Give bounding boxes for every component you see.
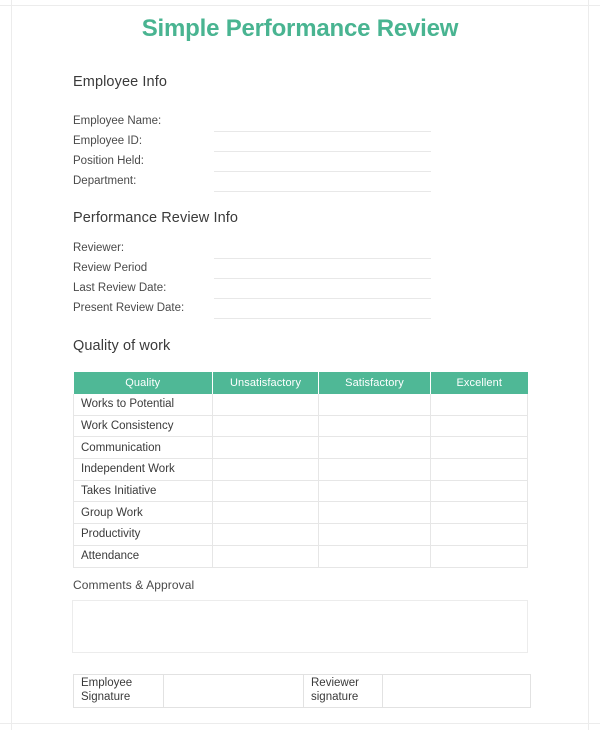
row-label-group-work: Group Work bbox=[73, 501, 213, 525]
rating-cell-excellent[interactable] bbox=[430, 480, 528, 503]
row-label-takes-initiative: Takes Initiative bbox=[73, 480, 213, 503]
field-employee-id: Employee ID: bbox=[73, 135, 533, 155]
table-row: Attendance bbox=[73, 545, 528, 568]
rating-cell-unsatisfactory[interactable] bbox=[212, 480, 319, 503]
row-label-independent-work: Independent Work bbox=[73, 458, 213, 481]
table-row: Group Work bbox=[73, 501, 528, 525]
rating-cell-unsatisfactory[interactable] bbox=[212, 415, 319, 438]
field-input-employee-id[interactable] bbox=[214, 151, 431, 152]
table-row: Works to Potential bbox=[73, 394, 528, 416]
field-input-review-period[interactable] bbox=[214, 278, 431, 279]
row-label-communication: Communication bbox=[73, 436, 213, 460]
field-input-present-review-date[interactable] bbox=[214, 318, 431, 319]
rating-cell-excellent[interactable] bbox=[430, 523, 528, 546]
column-header-satisfactory: Satisfactory bbox=[318, 372, 431, 394]
field-input-last-review-date[interactable] bbox=[214, 298, 431, 299]
table-header-row: Quality Unsatisfactory Satisfactory Exce… bbox=[73, 372, 528, 394]
page-frame-top-rule bbox=[0, 5, 600, 6]
rating-cell-unsatisfactory[interactable] bbox=[212, 394, 319, 416]
signature-table: Employee Signature Reviewer signature bbox=[73, 674, 531, 708]
field-input-reviewer[interactable] bbox=[214, 258, 431, 259]
field-input-department[interactable] bbox=[214, 191, 431, 192]
row-label-productivity: Productivity bbox=[73, 523, 213, 546]
field-label-reviewer: Reviewer: bbox=[73, 242, 125, 254]
column-header-quality: Quality bbox=[73, 372, 213, 394]
table-row: Employee Signature Reviewer signature bbox=[73, 674, 531, 708]
section-heading-quality-of-work: Quality of work bbox=[73, 338, 171, 354]
row-label-attendance: Attendance bbox=[73, 545, 213, 568]
rating-cell-unsatisfactory[interactable] bbox=[212, 458, 319, 481]
rating-cell-excellent[interactable] bbox=[430, 545, 528, 568]
row-label-works-to-potential: Works to Potential bbox=[73, 394, 213, 416]
field-review-period: Review Period bbox=[73, 262, 533, 282]
table-row: Productivity bbox=[73, 523, 528, 546]
rating-cell-unsatisfactory[interactable] bbox=[212, 523, 319, 546]
field-label-present-review-date: Present Review Date: bbox=[73, 302, 185, 314]
rating-cell-unsatisfactory[interactable] bbox=[212, 545, 319, 568]
rating-cell-excellent[interactable] bbox=[430, 458, 528, 481]
field-input-position-held[interactable] bbox=[214, 171, 431, 172]
field-label-employee-name: Employee Name: bbox=[73, 115, 162, 127]
rating-cell-satisfactory[interactable] bbox=[318, 545, 431, 568]
section-heading-performance-review-info: Performance Review Info bbox=[73, 210, 239, 226]
field-label-review-period: Review Period bbox=[73, 262, 148, 274]
field-label-last-review-date: Last Review Date: bbox=[73, 282, 167, 294]
field-label-employee-id: Employee ID: bbox=[73, 135, 143, 147]
rating-cell-excellent[interactable] bbox=[430, 415, 528, 438]
section-heading-employee-info: Employee Info bbox=[73, 74, 167, 90]
field-position-held: Position Held: bbox=[73, 155, 533, 175]
page-title: Simple Performance Review bbox=[141, 15, 459, 42]
rating-cell-satisfactory[interactable] bbox=[318, 458, 431, 481]
rating-cell-unsatisfactory[interactable] bbox=[212, 436, 319, 460]
row-label-work-consistency: Work Consistency bbox=[73, 415, 213, 438]
signature-label-reviewer: Reviewer signature bbox=[303, 674, 383, 708]
column-header-excellent: Excellent bbox=[430, 372, 528, 394]
column-header-unsatisfactory: Unsatisfactory bbox=[212, 372, 319, 394]
rating-cell-satisfactory[interactable] bbox=[318, 501, 431, 525]
field-last-review-date: Last Review Date: bbox=[73, 282, 533, 302]
page-frame-bottom-rule bbox=[0, 723, 600, 724]
table-row: Communication bbox=[73, 436, 528, 460]
field-present-review-date: Present Review Date: bbox=[73, 302, 533, 322]
page-frame-right-rule bbox=[588, 0, 589, 730]
field-label-department: Department: bbox=[73, 175, 137, 187]
page-frame-left-rule bbox=[11, 0, 12, 730]
rating-cell-satisfactory[interactable] bbox=[318, 523, 431, 546]
field-label-position-held: Position Held: bbox=[73, 155, 144, 167]
table-row: Independent Work bbox=[73, 458, 528, 481]
field-reviewer: Reviewer: bbox=[73, 242, 533, 262]
field-department: Department: bbox=[73, 175, 533, 195]
rating-cell-satisfactory[interactable] bbox=[318, 394, 431, 416]
signature-field-employee[interactable] bbox=[163, 674, 304, 708]
rating-cell-excellent[interactable] bbox=[430, 436, 528, 460]
rating-cell-unsatisfactory[interactable] bbox=[212, 501, 319, 525]
rating-cell-satisfactory[interactable] bbox=[318, 415, 431, 438]
signature-label-employee: Employee Signature bbox=[73, 674, 164, 708]
quality-rating-table: Quality Unsatisfactory Satisfactory Exce… bbox=[73, 372, 528, 568]
rating-cell-excellent[interactable] bbox=[430, 394, 528, 416]
rating-cell-satisfactory[interactable] bbox=[318, 436, 431, 460]
review-form-page: Simple Performance Review Employee Info … bbox=[0, 0, 600, 730]
signature-field-reviewer[interactable] bbox=[382, 674, 531, 708]
field-input-employee-name[interactable] bbox=[214, 131, 431, 132]
field-employee-name: Employee Name: bbox=[73, 115, 533, 135]
table-row: Work Consistency bbox=[73, 415, 528, 438]
section-heading-comments-approval: Comments & Approval bbox=[73, 578, 195, 592]
rating-cell-satisfactory[interactable] bbox=[318, 480, 431, 503]
comments-textarea[interactable] bbox=[72, 600, 528, 653]
table-row: Takes Initiative bbox=[73, 480, 528, 503]
rating-cell-excellent[interactable] bbox=[430, 501, 528, 525]
